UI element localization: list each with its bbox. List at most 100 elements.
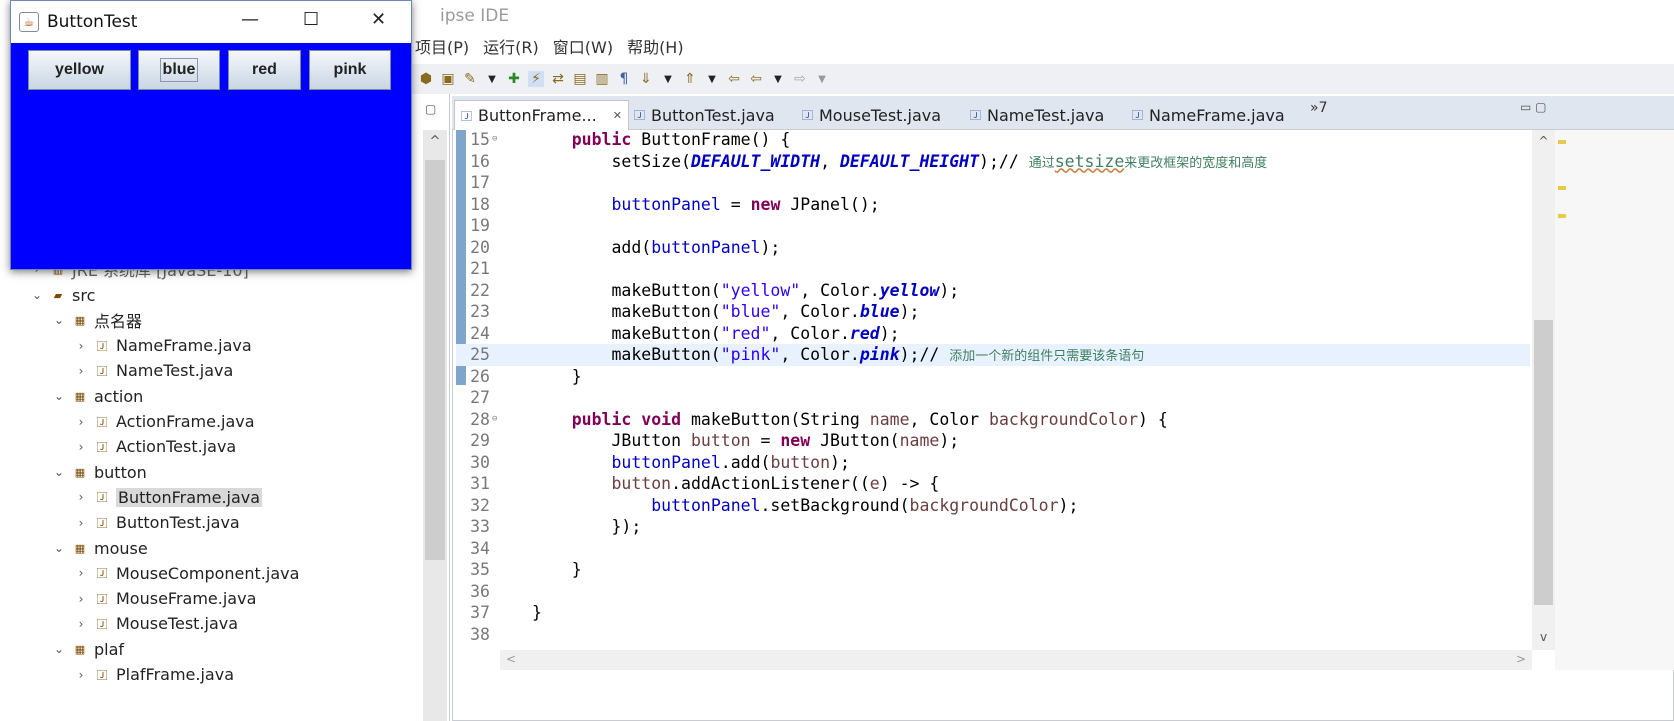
prev-annotation-icon[interactable]: ⇑ (682, 71, 698, 87)
expand-icon[interactable]: › (74, 566, 88, 580)
expand-icon[interactable]: › (74, 415, 88, 429)
tab-mousetest[interactable]: 🄹 MouseTest.java (796, 100, 947, 130)
annotation-marker[interactable] (1558, 214, 1566, 218)
code-line[interactable]: 18 buttonPanel = new JPanel(); (456, 194, 1530, 216)
next-annotation-icon[interactable]: ⇓ (638, 71, 654, 87)
dropdown-icon[interactable]: ▼ (660, 74, 676, 85)
collapse-icon[interactable]: ⌄ (30, 288, 44, 302)
pilcrow-icon[interactable]: ¶ (616, 71, 632, 87)
forward-icon[interactable]: ⇨ (792, 71, 808, 87)
menu-help[interactable]: 帮助(H) (627, 34, 684, 58)
scrollbar-thumb[interactable] (1534, 320, 1553, 605)
tree-item[interactable]: › 🄹 ButtonFrame.java (74, 485, 263, 509)
show-whitespace-icon[interactable]: ▥ (594, 71, 610, 87)
code-line[interactable]: 22 makeButton("yellow", Color.yellow); (456, 280, 1530, 302)
tree-item[interactable]: › 🄹 ButtonTest.java (74, 511, 240, 535)
code-line[interactable]: 20 add(buttonPanel); (456, 237, 1530, 259)
scroll-up-icon[interactable]: ^ (423, 134, 447, 149)
back-icon[interactable]: ⇦ (748, 71, 764, 87)
editor-vertical-scrollbar[interactable]: ^ v (1532, 130, 1555, 650)
close-button[interactable]: ✕ (371, 9, 386, 30)
code-line[interactable]: 37} (456, 602, 1530, 624)
scroll-down-icon[interactable]: v (1532, 630, 1555, 644)
tab-nameframe[interactable]: 🄹 NameFrame.java (1126, 100, 1291, 130)
tree-item[interactable]: › 🄹 MouseComponent.java (74, 561, 300, 585)
expand-icon[interactable]: › (74, 617, 88, 631)
more-tabs-button[interactable]: »7 (1310, 100, 1327, 116)
maximize-button[interactable]: ☐ (303, 9, 319, 30)
code-line[interactable]: 19 (456, 215, 1530, 237)
expand-icon[interactable]: › (74, 364, 88, 378)
code-line[interactable]: 34 (456, 538, 1530, 560)
tab-nametest[interactable]: 🄹 NameTest.java (964, 100, 1110, 130)
expand-icon[interactable]: › (74, 440, 88, 454)
code-line[interactable]: 28 ⊖ public void makeButton(String name, … (456, 409, 1530, 431)
tree-item[interactable]: › 🄹 NameTest.java (74, 359, 234, 383)
editor-horizontal-scrollbar[interactable]: < > (500, 650, 1532, 670)
tab-buttontest[interactable]: 🄹 ButtonTest.java (628, 100, 781, 130)
fold-icon[interactable]: ⊖ (492, 409, 500, 431)
scroll-right-icon[interactable]: > (1516, 652, 1526, 666)
dropdown-icon[interactable]: ▼ (770, 74, 786, 85)
expand-icon[interactable]: › (74, 668, 88, 682)
expand-icon[interactable]: › (74, 516, 88, 530)
scroll-up-icon[interactable]: ^ (1532, 134, 1555, 148)
scrollbar-thumb[interactable] (425, 160, 445, 560)
collapse-icon[interactable]: ⌄ (52, 642, 66, 656)
code-line[interactable]: 29 JButton button = new JButton(name); (456, 430, 1530, 452)
red-button[interactable]: red (228, 50, 301, 90)
tree-item[interactable]: ⌄ ▦ 点名器 (52, 308, 142, 332)
scroll-left-icon[interactable]: < (506, 652, 516, 666)
expand-icon[interactable]: › (74, 490, 88, 504)
mark-occurrences-icon[interactable]: ⚡ (528, 71, 544, 87)
code-line[interactable]: 35 } (456, 559, 1530, 581)
blue-button[interactable]: blue (138, 50, 220, 90)
code-line[interactable]: 17 (456, 172, 1530, 194)
code-line[interactable]: 36 (456, 581, 1530, 603)
search-icon[interactable]: ✎ (462, 71, 478, 87)
new-package-icon[interactable]: ⬢ (418, 71, 434, 87)
code-line[interactable]: 16 setSize(DEFAULT_WIDTH, DEFAULT_HEIGHT… (456, 151, 1530, 173)
annotation-marker[interactable] (1558, 186, 1566, 190)
pink-button[interactable]: pink (309, 50, 391, 90)
collapse-icon[interactable]: ⌄ (52, 313, 66, 327)
minimize-button[interactable]: — (241, 9, 259, 30)
tree-item[interactable]: ⌄ ▦ mouse (52, 536, 148, 560)
tree-item[interactable]: ⌄ ▦ plaf (52, 637, 124, 661)
yellow-button[interactable]: yellow (28, 50, 131, 90)
code-line[interactable]: 24 makeButton("red", Color.red); (456, 323, 1530, 345)
code-line[interactable]: 33 }); (456, 516, 1530, 538)
task-icon[interactable]: ✚ (506, 71, 522, 87)
tree-item[interactable]: › 🄹 MouseFrame.java (74, 587, 257, 611)
tree-item[interactable]: › 🄹 NameFrame.java (74, 334, 252, 358)
tree-item[interactable]: › 🄹 MouseTest.java (74, 612, 238, 636)
code-line[interactable]: 25 makeButton("pink", Color.pink);// 添加一… (456, 344, 1530, 366)
collapse-icon[interactable]: ⌄ (52, 465, 66, 479)
expand-icon[interactable]: › (74, 339, 88, 353)
code-line[interactable]: 26 } (456, 366, 1530, 388)
fold-icon[interactable]: ⊖ (492, 129, 500, 151)
menu-project[interactable]: 项目(P) (415, 34, 469, 58)
code-line[interactable]: 21 (456, 258, 1530, 280)
tree-scrollbar[interactable]: ^ (423, 130, 447, 721)
code-line[interactable]: 32 buttonPanel.setBackground(backgroundC… (456, 495, 1530, 517)
menu-run[interactable]: 运行(R) (483, 34, 539, 58)
tab-buttonframe[interactable]: 🄹 ButtonFrame... ✕ (454, 100, 629, 130)
tree-item[interactable]: ⌄ ▦ button (52, 460, 147, 484)
maximize-icon[interactable]: ▢ (425, 102, 436, 116)
code-line[interactable]: 31 button.addActionListener((e) -> { (456, 473, 1530, 495)
close-icon[interactable]: ✕ (613, 109, 622, 122)
dropdown-icon[interactable]: ▼ (704, 74, 720, 85)
collapse-icon[interactable]: ⌄ (52, 389, 66, 403)
code-line[interactable]: 15 ⊖ public ButtonFrame() { (456, 129, 1530, 151)
collapse-icon[interactable]: ⌄ (52, 541, 66, 555)
code-line[interactable]: 38 (456, 624, 1530, 646)
code-line[interactable]: 27 (456, 387, 1530, 409)
menu-window[interactable]: 窗口(W) (553, 34, 613, 58)
tree-item[interactable]: › 🄹 ActionTest.java (74, 435, 237, 459)
window-title-bar[interactable]: ☕ ButtonTest — ☐ ✕ (11, 1, 411, 43)
toggle-icon[interactable]: ⇄ (550, 71, 566, 87)
tree-item[interactable]: ⌄ ▰ src (30, 283, 95, 307)
annotation-marker[interactable] (1558, 140, 1566, 144)
tree-item[interactable]: › 🄹 ActionFrame.java (74, 410, 255, 434)
